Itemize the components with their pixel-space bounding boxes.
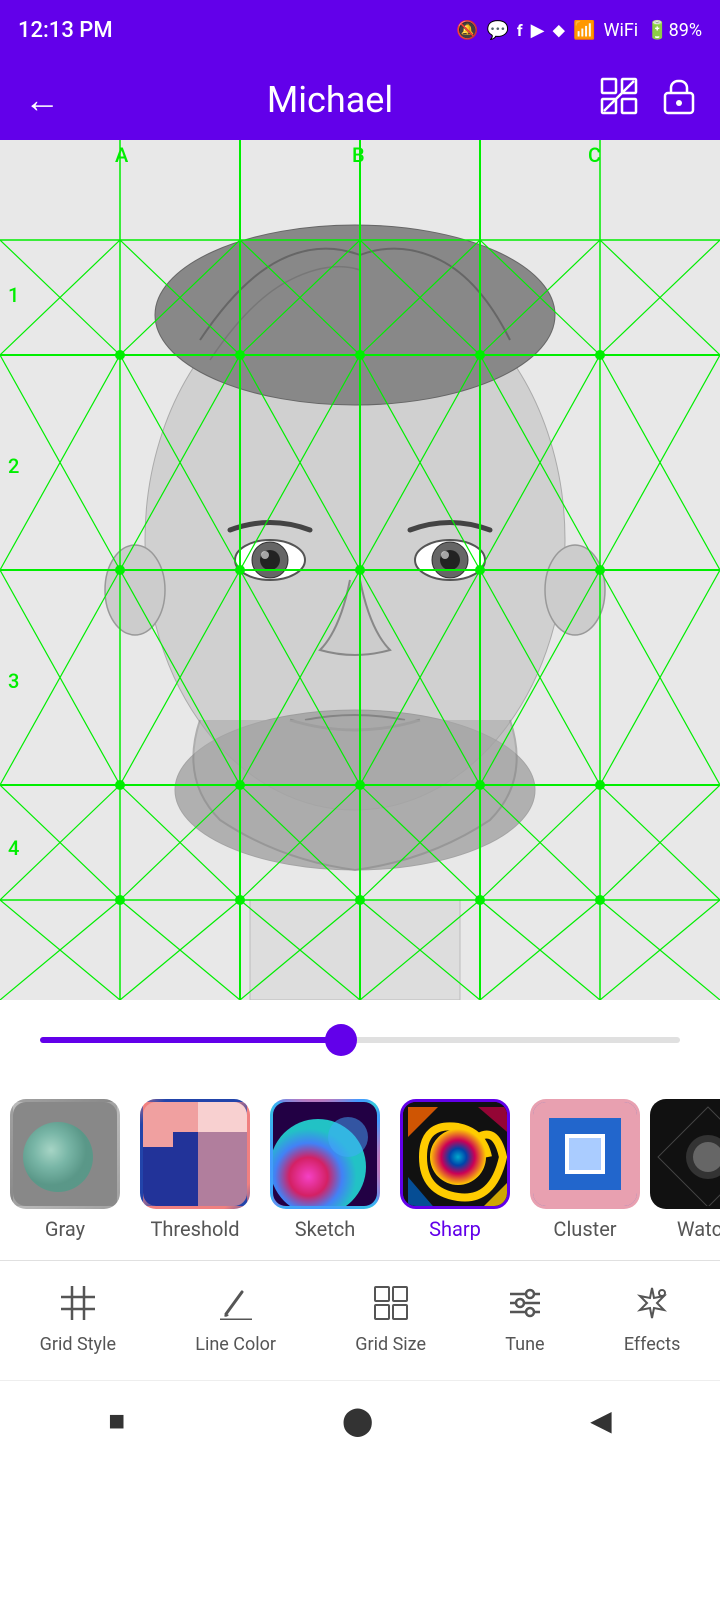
effects-strip: Gray Threshold: [0, 1080, 720, 1260]
home-button[interactable]: ⬤: [342, 1404, 373, 1437]
facebook-icon: f: [517, 21, 523, 40]
stop-button[interactable]: ■: [108, 1404, 125, 1437]
wifi-icon: WiFi: [603, 20, 638, 41]
effect-label-sharp: Sharp: [429, 1217, 481, 1241]
face-sketch: [0, 140, 720, 1000]
effect-label-watch: Watch: [677, 1217, 720, 1241]
nav-label-tune: Tune: [505, 1334, 544, 1355]
effect-threshold[interactable]: Threshold: [130, 1099, 260, 1241]
nav-tune[interactable]: Tune: [505, 1286, 544, 1355]
effect-thumb-sketch: [270, 1099, 380, 1209]
slider-fill: [40, 1037, 341, 1043]
effect-label-cluster: Cluster: [553, 1217, 616, 1241]
effect-label-threshold: Threshold: [150, 1217, 239, 1241]
effect-thumb-watch: [650, 1099, 720, 1209]
effect-label-sketch: Sketch: [295, 1217, 355, 1241]
nav-label-effects: Effects: [624, 1334, 681, 1355]
nav-label-grid-size: Grid Size: [355, 1334, 426, 1355]
nav-grid-style[interactable]: Grid Style: [40, 1286, 116, 1355]
bluetooth-icon: ⬥: [552, 20, 565, 41]
effect-gray[interactable]: Gray: [0, 1099, 130, 1241]
grid-toggle-icon[interactable]: [600, 77, 638, 123]
nav-label-grid-style: Grid Style: [40, 1334, 116, 1355]
image-canvas: A B C 1 2 3 4: [0, 140, 720, 1000]
effect-cluster[interactable]: Cluster: [520, 1099, 650, 1241]
system-nav-bar: ■ ⬤ ◀: [0, 1380, 720, 1460]
effect-thumb-sharp: [400, 1099, 510, 1209]
slider-thumb[interactable]: [325, 1024, 357, 1056]
grid-size-icon: [374, 1286, 408, 1328]
bottom-nav: Grid Style Line Color Grid Size: [0, 1260, 720, 1380]
nav-effects[interactable]: Effects: [624, 1286, 681, 1355]
header-actions: [600, 77, 696, 123]
effect-thumb-gray: [10, 1099, 120, 1209]
back-nav-button[interactable]: ◀: [590, 1404, 612, 1437]
slider-track[interactable]: [40, 1037, 680, 1043]
slider-area: [0, 1000, 720, 1080]
nav-line-color[interactable]: Line Color: [195, 1286, 276, 1355]
effect-sketch[interactable]: Sketch: [260, 1099, 390, 1241]
status-bar: 12:13 PM 🔕 💬 f ▶ ⬥ 📶 WiFi 🔋89%: [0, 0, 720, 60]
youtube-icon: ▶: [531, 20, 545, 41]
status-icons: 🔕 💬 f ▶ ⬥ 📶 WiFi 🔋89%: [456, 20, 702, 41]
effect-label-gray: Gray: [45, 1217, 85, 1241]
nav-label-line-color: Line Color: [195, 1334, 276, 1355]
lock-icon[interactable]: [662, 77, 696, 123]
effects-icon: [635, 1286, 669, 1328]
effect-watch[interactable]: Watch: [650, 1099, 720, 1241]
message-icon: 💬: [486, 20, 508, 41]
effect-sharp[interactable]: Sharp: [390, 1099, 520, 1241]
header: ← Michael: [0, 60, 720, 140]
cluster-center: [565, 1134, 605, 1174]
effect-thumb-threshold: [140, 1099, 250, 1209]
battery-icon: 🔋89%: [646, 20, 702, 41]
cluster-inner: [533, 1102, 637, 1206]
nav-grid-size[interactable]: Grid Size: [355, 1286, 426, 1355]
tune-icon: [508, 1286, 542, 1328]
sketch-face: [0, 140, 720, 1000]
line-color-icon: [220, 1286, 252, 1328]
status-time: 12:13 PM: [18, 18, 113, 43]
signal-icon: 📶: [573, 20, 595, 41]
mute-icon: 🔕: [456, 20, 478, 41]
page-title: Michael: [267, 79, 393, 121]
back-button[interactable]: ←: [24, 79, 60, 121]
grid-style-icon: [61, 1286, 95, 1328]
effect-thumb-cluster: [530, 1099, 640, 1209]
